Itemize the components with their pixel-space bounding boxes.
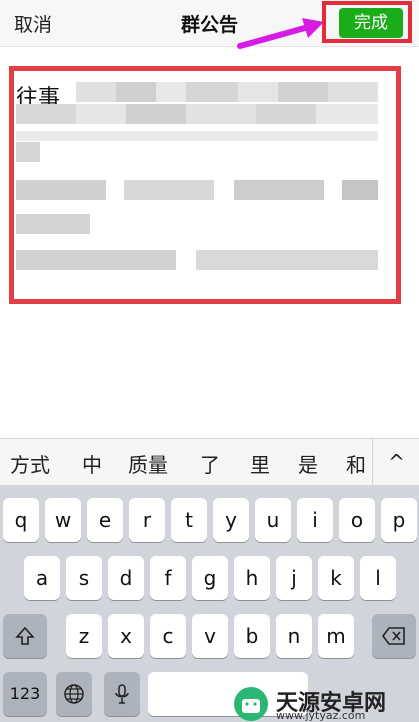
key-m[interactable]: m: [318, 614, 354, 658]
shift-arrow-icon: [15, 626, 35, 645]
backspace-key[interactable]: [372, 614, 416, 658]
key-b[interactable]: b: [234, 614, 270, 658]
shift-key[interactable]: [3, 614, 47, 658]
microphone-key[interactable]: [104, 672, 140, 716]
key-a[interactable]: a: [24, 556, 60, 600]
key-u[interactable]: u: [255, 498, 291, 542]
candidate-word[interactable]: 里: [250, 449, 270, 478]
candidate-word[interactable]: 质量: [128, 449, 168, 478]
chevron-up-icon[interactable]: ^: [372, 439, 419, 485]
key-w[interactable]: w: [45, 498, 81, 542]
candidate-word[interactable]: 是: [298, 449, 318, 478]
key-h[interactable]: h: [234, 556, 270, 600]
redacted-text-row: [16, 214, 90, 234]
key-c[interactable]: c: [150, 614, 186, 658]
globe-key[interactable]: [56, 672, 92, 716]
key-v[interactable]: v: [192, 614, 228, 658]
key-y[interactable]: y: [213, 498, 249, 542]
key-p[interactable]: p: [381, 498, 417, 542]
key-o[interactable]: o: [339, 498, 375, 542]
redacted-text-row: [16, 142, 40, 162]
redacted-text-row: [16, 104, 378, 124]
globe-icon: [64, 684, 84, 704]
key-e[interactable]: e: [87, 498, 123, 542]
redacted-text-row: [16, 250, 378, 270]
key-z[interactable]: z: [66, 614, 102, 658]
candidate-word[interactable]: 了: [200, 449, 220, 478]
ime-candidate-bar: 方式 中 质量 了 里 是 和 ^: [0, 438, 419, 486]
watermark-url: www.jytyaz.com: [276, 709, 366, 722]
annotation-arrow-icon: [237, 18, 324, 49]
backspace-icon: [382, 627, 405, 645]
key-q[interactable]: q: [3, 498, 39, 542]
candidate-word[interactable]: 和: [346, 449, 366, 478]
key-n[interactable]: n: [276, 614, 312, 658]
microphone-icon: [115, 684, 129, 704]
key-i[interactable]: i: [297, 498, 333, 542]
key-g[interactable]: g: [192, 556, 228, 600]
candidate-word[interactable]: 中: [82, 449, 102, 478]
key-s[interactable]: s: [66, 556, 102, 600]
android-logo-icon: [234, 687, 268, 721]
redacted-text-row: [16, 180, 378, 200]
key-f[interactable]: f: [150, 556, 186, 600]
key-t[interactable]: t: [171, 498, 207, 542]
numbers-key[interactable]: 123: [3, 672, 47, 716]
key-j[interactable]: j: [276, 556, 312, 600]
key-x[interactable]: x: [108, 614, 144, 658]
key-r[interactable]: r: [129, 498, 165, 542]
watermark: 天源安卓网 www.jytyaz.com: [232, 685, 419, 722]
key-d[interactable]: d: [108, 556, 144, 600]
done-button[interactable]: 完成: [339, 8, 403, 38]
candidate-word[interactable]: 方式: [10, 449, 50, 478]
redacted-text-row: [76, 82, 378, 102]
key-l[interactable]: l: [360, 556, 396, 600]
redacted-text-row: [16, 126, 378, 141]
key-k[interactable]: k: [318, 556, 354, 600]
